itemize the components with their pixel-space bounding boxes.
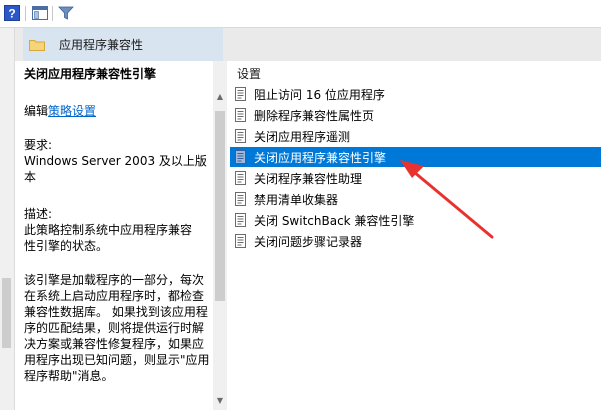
policy-title: 关闭应用程序兼容性引擎: [24, 67, 157, 81]
setting-row[interactable]: 关闭应用程序兼容性引擎: [230, 147, 601, 167]
header-title-tab: 应用程序兼容性: [23, 28, 223, 61]
toolbar-separator: [25, 6, 26, 21]
setting-label: 阻止访问 16 位应用程序: [254, 87, 385, 102]
tree-scrollbar-thumb[interactable]: [2, 278, 11, 348]
requirements-text: Windows Server 2003 及以上版: [24, 154, 207, 168]
setting-row[interactable]: 关闭程序兼容性助理: [230, 168, 601, 188]
svg-text:?: ?: [8, 7, 15, 21]
toolbar-separator: [52, 6, 53, 21]
setting-label: 禁用清单收集器: [254, 192, 339, 207]
description-body: 序的匹配结果，则将提供运行时解: [24, 321, 205, 335]
edit-policy-link[interactable]: 策略设置: [48, 104, 96, 118]
show-hide-pane-icon[interactable]: [31, 4, 49, 22]
policy-setting-icon: [234, 171, 248, 185]
policy-setting-icon: [234, 234, 248, 248]
setting-label: 关闭应用程序遥测: [254, 129, 351, 144]
policy-setting-icon: [234, 129, 248, 143]
policy-setting-icon: [234, 213, 248, 227]
scroll-down-arrow-icon[interactable]: ▼: [213, 393, 227, 407]
description-text: 此策略控制系统中应用程序兼容: [24, 223, 193, 237]
settings-pane: 设置 阻止访问 16 位应用程序 删除程序兼容性属性页 关闭应用程序遥测关闭应用程序…: [227, 61, 601, 410]
setting-row[interactable]: 禁用清单收集器: [230, 189, 601, 209]
setting-row[interactable]: 删除程序兼容性属性页: [230, 105, 601, 125]
description-body: 在系统上启动应用程序时，都检查: [24, 289, 205, 303]
description-body: 兼容性数据库。 如果找到该应用程: [24, 305, 208, 319]
description-scrollbar[interactable]: ▲ ▼: [213, 61, 227, 410]
policy-setting-icon: [234, 87, 248, 101]
help-icon[interactable]: ?: [3, 4, 21, 22]
policy-setting-icon: [234, 192, 248, 206]
setting-label: 关闭问题步骤记录器: [254, 234, 363, 249]
description-body: 用程序出现已知问题，则显示"应用: [24, 353, 210, 367]
requirements-label: 要求:: [24, 138, 53, 152]
setting-label: 关闭 SwitchBack 兼容性引擎: [254, 213, 415, 228]
folder-icon: [29, 39, 45, 51]
setting-label: 关闭程序兼容性助理: [254, 171, 363, 186]
edit-prefix: 编辑: [24, 104, 49, 118]
description-body: 该引擎是加载程序的一部分，每次: [24, 273, 205, 287]
policy-setting-icon: [234, 108, 248, 122]
settings-column-header[interactable]: 设置: [237, 65, 261, 82]
setting-label: 删除程序兼容性属性页: [254, 108, 375, 123]
description-pane: 关闭应用程序兼容性引擎 编辑策略设置 要求: Windows Server 20…: [15, 61, 213, 410]
edit-policy-line: 编辑策略设置: [24, 103, 96, 119]
policy-setting-icon: [234, 150, 248, 164]
scrollbar-thumb[interactable]: [215, 111, 225, 301]
description-label: 描述:: [24, 207, 53, 221]
setting-row[interactable]: 关闭应用程序遥测: [230, 126, 601, 146]
navigation-tree-edge: [0, 28, 15, 410]
setting-row[interactable]: 关闭问题步骤记录器: [230, 231, 601, 251]
description-body: 决方案或兼容性修复程序，如果应: [24, 337, 205, 351]
description-text: 性引擎的状态。: [24, 239, 109, 253]
content-header: 应用程序兼容性: [15, 28, 601, 61]
description-body: 程序帮助"消息。: [24, 369, 114, 383]
page-title: 应用程序兼容性: [59, 38, 144, 52]
setting-row[interactable]: 关闭 SwitchBack 兼容性引擎: [230, 210, 601, 230]
scroll-up-arrow-icon[interactable]: ▲: [213, 89, 227, 103]
setting-label: 关闭应用程序兼容性引擎: [254, 150, 387, 165]
setting-row[interactable]: 阻止访问 16 位应用程序: [230, 84, 601, 104]
requirements-text: 本: [24, 170, 37, 184]
filter-icon[interactable]: [57, 4, 75, 22]
toolbar: ?: [0, 0, 601, 28]
